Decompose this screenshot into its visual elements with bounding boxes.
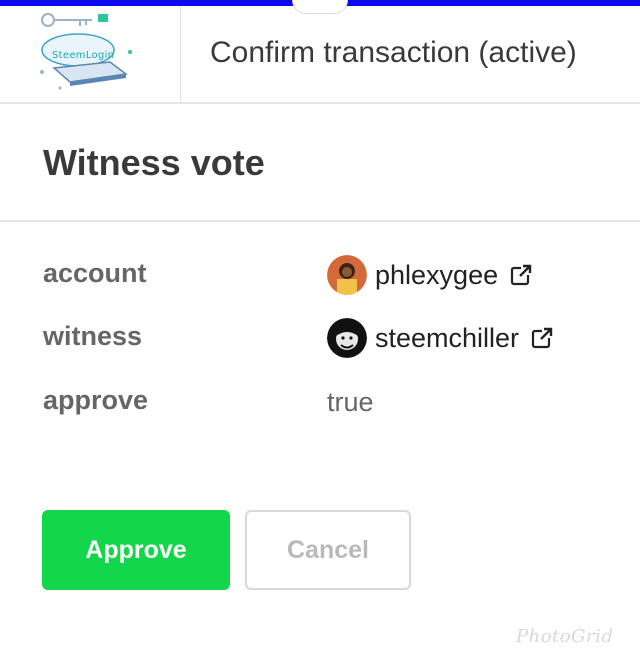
header: SteemLogin Confirm transaction (active) [0, 6, 640, 104]
avatar [327, 318, 367, 358]
field-row-witness: witness steemchiller [0, 318, 640, 361]
field-value-approve: true [327, 385, 374, 419]
cancel-button[interactable]: Cancel [245, 510, 411, 590]
operation-header: Witness vote [0, 104, 640, 222]
field-label-approve: approve [43, 385, 149, 415]
page-title: Confirm transaction (active) [210, 36, 577, 69]
operation-title: Witness vote [43, 142, 265, 183]
approve-value: true [327, 386, 374, 417]
avatar [327, 255, 367, 295]
field-row-approve: approve true [0, 385, 640, 425]
account-link[interactable]: phlexygee [375, 260, 498, 291]
field-value-account: phlexygee [327, 255, 533, 295]
field-value-witness: steemchiller [327, 318, 554, 358]
steemlogin-logo: SteemLogin [0, 6, 181, 102]
approve-button[interactable]: Approve [42, 510, 230, 590]
witness-link[interactable]: steemchiller [375, 323, 519, 354]
external-link-icon[interactable] [531, 327, 554, 349]
logo-text: SteemLogin [52, 50, 115, 61]
external-link-icon[interactable] [510, 264, 533, 286]
field-label-account: account [43, 258, 147, 288]
field-row-account: account phlexygee [0, 255, 640, 298]
field-label-witness: witness [43, 321, 143, 351]
photogrid-watermark: PhotoGrid [516, 626, 614, 647]
